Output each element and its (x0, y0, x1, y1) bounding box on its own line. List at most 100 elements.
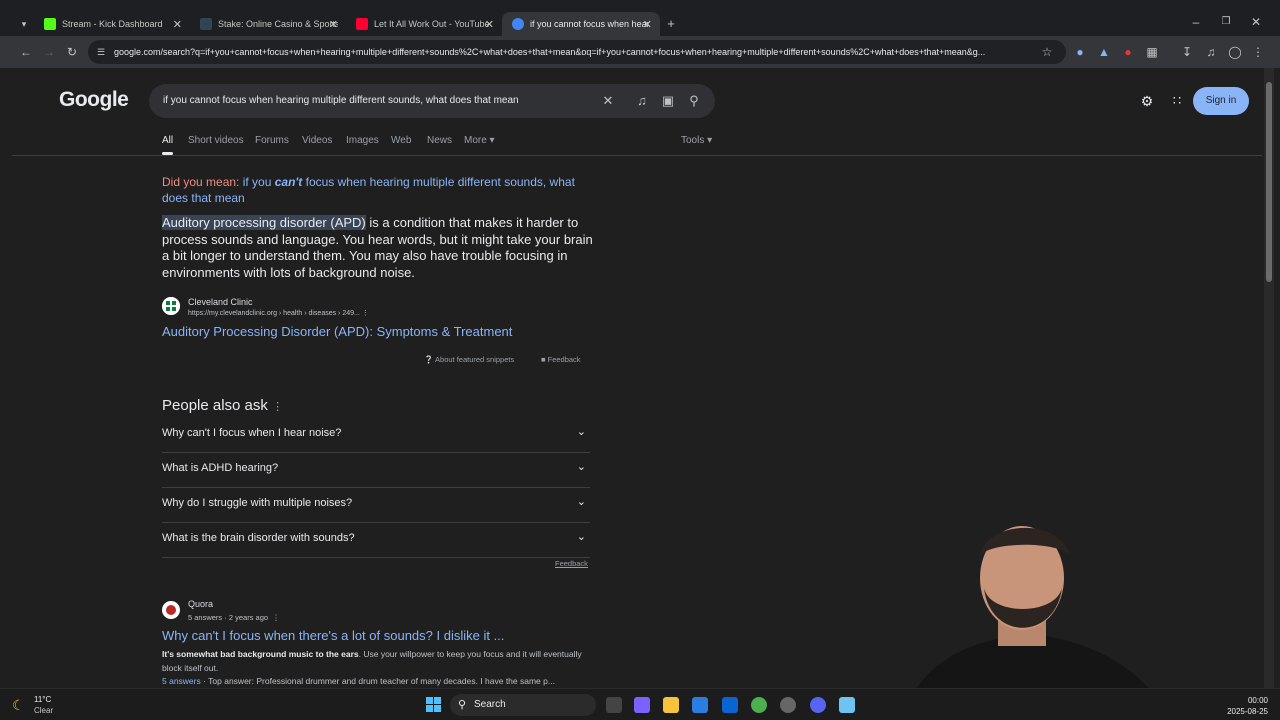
chevron-down-icon[interactable]: ⌄ (577, 460, 586, 473)
notepad-icon[interactable] (839, 697, 855, 713)
extensions-puzzle-icon[interactable]: ▦ (1144, 44, 1160, 60)
paa-question[interactable]: Why do I struggle with multiple noises? … (162, 488, 590, 523)
settings-gear-icon[interactable]: ⚙ (1139, 93, 1155, 109)
tab-more[interactable]: More ▾ (464, 135, 495, 146)
tab-forums[interactable]: Forums (255, 135, 289, 146)
tab-search-icon[interactable]: ▾ (16, 16, 32, 32)
extension-icon[interactable]: ● (1072, 44, 1088, 60)
discord-icon[interactable] (810, 697, 826, 713)
chrome-icon[interactable] (751, 697, 767, 713)
system-clock[interactable]: 00:00 2025-08-25 (1210, 695, 1268, 717)
did-you-mean-pre[interactable]: if you (243, 175, 272, 189)
tab-videos[interactable]: Videos (302, 135, 332, 146)
feedback-icon: ■ (541, 355, 546, 364)
google-logo[interactable]: Google (59, 88, 129, 112)
snippet-highlight: Auditory processing disorder (APD) (162, 215, 366, 230)
lens-icon[interactable]: ▣ (660, 93, 676, 109)
tab-title: Let It All Work Out - YouTube (374, 19, 490, 29)
paa-question[interactable]: What is the brain disorder with sounds? … (162, 523, 590, 558)
apps-grid-icon[interactable]: ∷ (1169, 93, 1185, 109)
tab-title: if you cannot focus when hearin (530, 19, 650, 29)
help-icon: ❔ (424, 355, 434, 364)
back-icon[interactable]: ← (18, 44, 34, 60)
taskbar-search[interactable]: ⚲ Search (450, 694, 596, 716)
more-options-icon[interactable]: ⋮ (362, 310, 369, 317)
tab-short-videos[interactable]: Short videos (188, 135, 244, 146)
tab-stake[interactable]: Stake: Online Casino & Sports B ✕ (190, 12, 346, 36)
tab-images[interactable]: Images (346, 135, 379, 146)
close-icon[interactable]: ✕ (329, 18, 338, 31)
tab-title: Stream - Kick Dashboard (62, 19, 163, 29)
forward-icon[interactable]: → (41, 44, 57, 60)
taskbar-search-label: Search (474, 699, 506, 710)
minimize-icon[interactable]: – (1188, 14, 1204, 30)
tab-news[interactable]: News (427, 135, 452, 146)
chevron-down-icon[interactable]: ⌄ (577, 425, 586, 438)
new-tab-icon[interactable]: + (663, 16, 679, 32)
close-icon[interactable]: ✕ (485, 18, 494, 31)
scrollbar-thumb[interactable] (1266, 82, 1272, 282)
copilot-icon[interactable] (634, 697, 650, 713)
result-title-link[interactable]: Why can't I focus when there's a lot of … (162, 628, 504, 643)
media-control-icon[interactable]: ♫ (1203, 44, 1219, 60)
site-info-icon[interactable]: ☰ (93, 44, 109, 60)
download-icon[interactable]: ↧ (1179, 44, 1195, 60)
did-you-mean-emphasis[interactable]: can't (275, 175, 303, 189)
close-icon[interactable]: ✕ (173, 18, 182, 31)
address-bar[interactable]: ☰ google.com/search?q=if+you+cannot+focu… (88, 40, 1066, 64)
search-icon[interactable]: ⚲ (686, 93, 702, 109)
extension-icon[interactable]: ● (1120, 44, 1136, 60)
tab-kick[interactable]: Stream - Kick Dashboard ✕ (34, 12, 190, 36)
task-view-icon[interactable] (606, 697, 622, 713)
search-icon: ⚲ (458, 699, 467, 711)
tab-title: Stake: Online Casino & Sports B (218, 19, 338, 29)
did-you-mean[interactable]: Did you mean: if you can't focus when he… (162, 174, 592, 206)
snippet-feedback[interactable]: ■ Feedback (541, 355, 581, 364)
paa-question[interactable]: What is ADHD hearing? ⌄ (162, 453, 590, 488)
restore-icon[interactable]: ❐ (1218, 14, 1234, 30)
browser-toolbar: ← → ↻ ☰ google.com/search?q=if+you+canno… (0, 36, 1280, 68)
store-icon[interactable] (692, 697, 708, 713)
source-name: Cleveland Clinic (188, 297, 253, 307)
paa-question[interactable]: Why can't I focus when I hear noise? ⌄ (162, 418, 590, 453)
chevron-down-icon[interactable]: ⌄ (577, 495, 586, 508)
outlook-icon[interactable] (722, 697, 738, 713)
menu-dots-icon[interactable]: ⋮ (1250, 44, 1266, 60)
window-close-icon[interactable]: ✕ (1248, 14, 1264, 30)
reload-icon[interactable]: ↻ (64, 44, 80, 60)
close-icon[interactable]: ✕ (643, 18, 652, 31)
paa-question-text: What is the brain disorder with sounds? (162, 532, 355, 544)
about-featured-snippets[interactable]: ❔ About featured snippets (424, 355, 514, 364)
sign-in-button[interactable]: Sign in (1193, 87, 1249, 115)
bookmark-star-icon[interactable]: ☆ (1039, 44, 1055, 60)
kick-favicon-icon (44, 18, 56, 30)
tab-youtube[interactable]: Let It All Work Out - YouTube ✕ (346, 12, 502, 36)
app-icon[interactable] (780, 697, 796, 713)
extension-icon[interactable]: ▲ (1096, 44, 1112, 60)
clear-icon[interactable]: ✕ (600, 93, 616, 109)
result-meta: 5 answers · 2 years ago ⋮ (188, 613, 280, 622)
more-options-icon[interactable]: ⋮ (272, 401, 283, 413)
chevron-down-icon[interactable]: ⌄ (577, 530, 586, 543)
snippet-result-link[interactable]: Auditory Processing Disorder (APD): Symp… (162, 324, 512, 339)
answers-link[interactable]: 5 answers (162, 676, 201, 686)
search-input[interactable]: if you cannot focus when hearing multipl… (163, 95, 519, 106)
more-options-icon[interactable]: ⋮ (272, 613, 280, 622)
paa-question-text: Why do I struggle with multiple noises? (162, 497, 353, 509)
clock-time: 00:00 (1247, 696, 1268, 705)
search-box[interactable]: if you cannot focus when hearing multipl… (149, 84, 715, 118)
youtube-favicon-icon (356, 18, 368, 30)
microphone-icon[interactable]: ♫ (634, 93, 650, 108)
weather-condition: Clear (34, 706, 54, 715)
file-explorer-icon[interactable] (663, 697, 679, 713)
tab-web[interactable]: Web (391, 135, 411, 146)
profile-icon[interactable]: ◯ (1227, 44, 1243, 60)
windows-start-icon[interactable] (426, 697, 442, 713)
tools-button[interactable]: Tools ▾ (681, 135, 712, 146)
result-description: It's somewhat bad background music to th… (162, 649, 582, 673)
temperature: 11°C (34, 695, 52, 704)
paa-feedback[interactable]: Feedback (555, 559, 588, 568)
tab-google-search[interactable]: if you cannot focus when hearin ✕ (502, 12, 660, 36)
page-scrollbar[interactable] (1264, 68, 1274, 688)
tab-all[interactable]: All (162, 135, 173, 146)
